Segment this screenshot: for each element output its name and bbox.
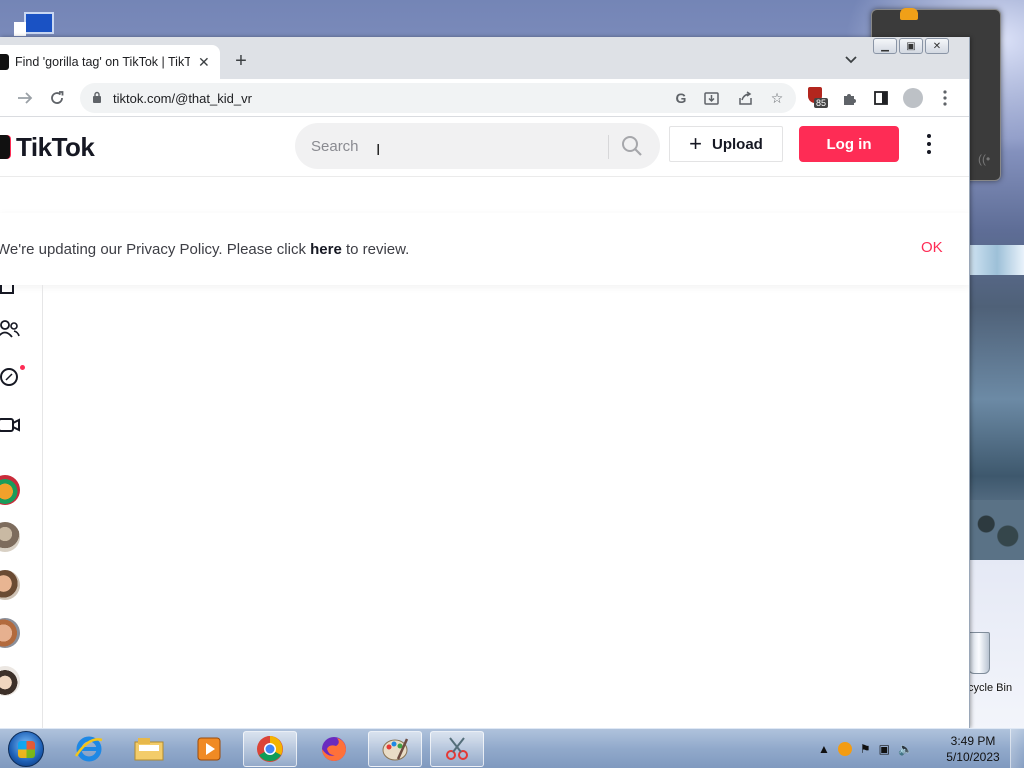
- firefox-icon: [900, 8, 918, 20]
- minimize-button[interactable]: ▁: [873, 38, 897, 54]
- volume-icon[interactable]: 🔈: [898, 742, 913, 756]
- sidebar-following-icon[interactable]: [0, 316, 22, 342]
- suggested-account-avatar-3[interactable]: [0, 570, 20, 600]
- forward-arrow-icon[interactable]: [12, 85, 38, 111]
- explore-notification-dot: [20, 365, 25, 370]
- upload-button[interactable]: + Upload: [669, 126, 783, 162]
- profile-avatar-icon[interactable]: [900, 85, 926, 111]
- sidebar-explore-icon[interactable]: [0, 364, 22, 390]
- reload-icon[interactable]: [44, 85, 70, 111]
- windows-taskbar: ▲ ⚑ ▣ 🔈 3:49 PM 5/10/2023: [0, 728, 1024, 768]
- close-window-button[interactable]: ✕: [925, 38, 949, 54]
- search-icon[interactable]: [621, 135, 643, 157]
- share-icon[interactable]: [734, 87, 756, 109]
- wallpaper-ice: [970, 245, 1024, 275]
- network-tray-icon[interactable]: ▣: [879, 742, 890, 756]
- file-explorer-icon[interactable]: [122, 731, 176, 767]
- window-controls: ▁ ▣ ✕: [873, 38, 949, 56]
- privacy-message: We're updating our Privacy Policy. Pleas…: [0, 241, 409, 258]
- suggested-account-avatar-5[interactable]: [0, 666, 20, 696]
- privacy-here-link[interactable]: here: [310, 241, 342, 258]
- extension-badge-icon[interactable]: 85: [808, 87, 829, 109]
- wallpaper-rocks: [970, 500, 1024, 560]
- suggested-account-avatar-4[interactable]: [0, 618, 20, 648]
- tab-search-chevron-icon[interactable]: [840, 49, 862, 71]
- firefox-taskbar-icon[interactable]: [307, 731, 361, 767]
- tiktok-search-box: [295, 123, 660, 169]
- privacy-message-text: We're updating our Privacy Policy. Pleas…: [0, 241, 311, 258]
- clock-time: 3:49 PM: [950, 734, 996, 748]
- privacy-policy-banner: We're updating our Privacy Policy. Pleas…: [0, 213, 969, 285]
- search-divider: [608, 135, 609, 159]
- lock-icon[interactable]: [92, 91, 102, 103]
- google-lens-icon[interactable]: G: [670, 87, 692, 109]
- sidebar-divider: [42, 285, 43, 728]
- clock-date: 5/10/2023: [946, 750, 1000, 764]
- new-tab-button[interactable]: +: [230, 50, 252, 72]
- chrome-taskbar-icon[interactable]: [243, 731, 297, 767]
- paint-taskbar-icon[interactable]: [368, 731, 422, 767]
- suggested-account-avatar-1[interactable]: [0, 475, 20, 505]
- plus-icon: +: [689, 131, 702, 156]
- tab-strip: Find 'gorilla tag' on TikTok | TikTok ✕ …: [0, 37, 969, 79]
- url-text: tiktok.com/@that_kid_vr: [113, 91, 252, 106]
- search-input[interactable]: [311, 123, 601, 169]
- tab-close-icon[interactable]: ✕: [198, 54, 210, 71]
- tray-app-icon[interactable]: [837, 742, 852, 756]
- internet-explorer-icon[interactable]: [62, 731, 116, 767]
- media-player-icon[interactable]: [182, 731, 236, 767]
- tiktok-note-icon: [0, 135, 10, 159]
- privacy-ok-button[interactable]: OK: [921, 239, 943, 256]
- text-cursor-icon: I: [376, 142, 381, 159]
- chrome-menu-icon[interactable]: [932, 85, 958, 111]
- tiktok-page: TikTok + Upload Log in We're updating ou…: [0, 117, 969, 728]
- suggested-account-avatar-2[interactable]: [0, 522, 20, 552]
- recycle-bin[interactable]: Recycle Bin: [954, 632, 1024, 702]
- tiktok-logo[interactable]: TikTok: [0, 131, 95, 163]
- tiktok-header: TikTok + Upload Log in: [0, 117, 969, 177]
- address-bar[interactable]: tiktok.com/@that_kid_vr G ☆: [80, 83, 796, 113]
- action-center-flag-icon[interactable]: ⚑: [860, 742, 871, 756]
- network-icon: ((•: [978, 152, 991, 166]
- install-app-icon[interactable]: [700, 87, 722, 109]
- tiktok-favicon-icon: [0, 54, 9, 70]
- desktop-computer-icon[interactable]: [8, 8, 60, 36]
- taskbar-clock[interactable]: 3:49 PM 5/10/2023: [938, 733, 1008, 765]
- sidebar-live-icon[interactable]: [0, 412, 22, 438]
- bookmark-star-icon[interactable]: ☆: [766, 87, 788, 109]
- restore-button[interactable]: ▣: [899, 38, 923, 54]
- recycle-bin-icon: [968, 632, 990, 674]
- extension-badge-count: 85: [814, 98, 829, 108]
- snipping-tool-icon[interactable]: [430, 731, 484, 767]
- upload-label: Upload: [712, 135, 763, 153]
- login-button[interactable]: Log in: [799, 126, 899, 162]
- sidebar-home-icon[interactable]: [0, 277, 22, 303]
- tray-expand-arrow-icon[interactable]: ▲: [818, 742, 830, 756]
- tab-title: Find 'gorilla tag' on TikTok | TikTok: [15, 55, 190, 69]
- extensions-puzzle-icon[interactable]: [836, 85, 862, 111]
- more-menu-icon[interactable]: [918, 131, 940, 157]
- start-button[interactable]: [8, 731, 44, 767]
- tiktok-logo-text: TikTok: [16, 131, 95, 162]
- system-tray: ▲ ⚑ ▣ 🔈: [818, 739, 913, 759]
- chrome-window: Find 'gorilla tag' on TikTok | TikTok ✕ …: [0, 37, 970, 728]
- side-panel-icon[interactable]: [868, 85, 894, 111]
- show-desktop-button[interactable]: [1010, 729, 1024, 768]
- tab-active[interactable]: Find 'gorilla tag' on TikTok | TikTok ✕: [0, 45, 220, 79]
- privacy-message-end: to review.: [341, 241, 410, 258]
- browser-toolbar: tiktok.com/@that_kid_vr G ☆ 85: [0, 79, 969, 117]
